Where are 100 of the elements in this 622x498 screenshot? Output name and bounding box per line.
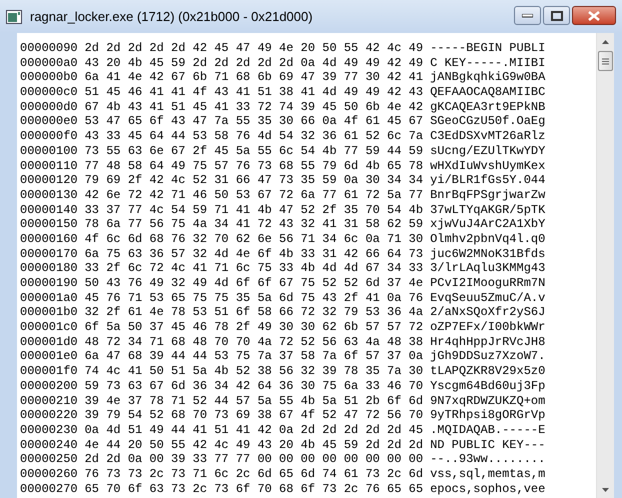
- minimize-button[interactable]: [514, 6, 541, 25]
- hex-bytes: 33 37 77 4c 54 59 71 41 4b 47 52 2f 35 70 54 4b: [84, 202, 424, 218]
- hex-bytes: 77 48 58 64 49 75 57 76 73 68 55 79 6d 4b 65 78: [84, 158, 424, 174]
- offset-text: 00000240: [20, 438, 78, 452]
- ascii-text: 3/lrLAqlu3KMMg43: [430, 261, 546, 276]
- offset-text: 00000180: [20, 261, 78, 276]
- offset-text: 00000120: [20, 173, 78, 188]
- hex-bytes: 0a 4d 51 49 44 41 51 41 42 0a 2d 2d 2d 2d 2d 45: [84, 422, 424, 438]
- offset-text: 00000160: [20, 232, 78, 247]
- hex-bytes: 39 4e 37 78 71 52 44 57 5a 55 4b 5a 51 2b 6f 6d: [84, 394, 424, 408]
- maximize-icon: [550, 10, 562, 20]
- offset-text: 00000220: [20, 408, 78, 423]
- ascii-text: EvqSeuu5ZmuC/A.v: [430, 290, 546, 306]
- down-arrow-icon: [602, 488, 609, 492]
- minimize-icon: [522, 14, 533, 18]
- ascii-text: SGeoCGzU50f.OaEg: [430, 114, 546, 130]
- ascii-text: tLAPQZKR8V29x5z0: [430, 364, 546, 379]
- hex-bytes: 2d 2d 2d 2d 2d 42 45 47 49 4e 20 50 55 42 4c 49: [84, 41, 424, 56]
- offset-text: 000000a0: [20, 56, 78, 70]
- ascii-text: sUcng/EZUlTKwYDY: [430, 144, 546, 158]
- ascii-text: 9N7xqRDWZUKZQ+om: [430, 394, 546, 408]
- ascii-text: --..93ww........: [430, 452, 546, 467]
- hex-bytes: 6a 41 4e 42 67 6b 71 68 6b 69 47 39 77 30 42 41: [84, 70, 424, 86]
- ascii-text: juc6W2MNoK31Bfds: [430, 246, 546, 262]
- hex-bytes: 4e 44 20 50 55 42 4c 49 43 20 4b 45 59 2d 2d 2d: [84, 438, 424, 452]
- hex-bytes: 73 55 63 6e 67 2f 45 5a 55 6c 54 4b 77 59 44 59: [84, 144, 424, 158]
- hex-bytes: 42 6e 72 42 71 46 50 53 67 72 6a 77 61 72 5a 77: [84, 188, 424, 203]
- maximize-button[interactable]: [543, 6, 570, 25]
- ascii-text: gKCAQEA3rt9EPkNB: [430, 100, 546, 114]
- close-icon: [588, 10, 600, 20]
- ascii-text: epocs,sophos,vee: [430, 482, 546, 496]
- hex-bytes: 48 72 34 71 68 48 70 70 4a 72 52 56 63 4a 48 38: [84, 334, 424, 350]
- hex-bytes: 53 47 65 6f 43 47 7a 55 35 30 66 0a 4f 61 45 67: [84, 114, 424, 130]
- hex-bytes: 59 73 63 67 6d 36 34 42 64 36 30 75 6a 33 46 70: [84, 378, 424, 394]
- ascii-text: 37wLTYqAKGR/5pTK: [430, 202, 546, 218]
- ascii-text: C3EdDSXvMT26aRlz: [430, 129, 546, 144]
- hex-bytes: 79 69 2f 42 4c 52 31 66 47 73 35 59 0a 30 34 34: [84, 173, 424, 188]
- hex-bytes: 39 79 54 52 68 70 73 69 38 67 4f 52 47 72 56 70: [84, 408, 424, 423]
- ascii-text: C KEY-----.MIIBI: [430, 56, 546, 70]
- ascii-text: .MQIDAQAB.-----E: [430, 422, 546, 438]
- ascii-text: ND PUBLIC KEY---: [430, 438, 546, 452]
- ascii-text: PCvI2IMooguRRm7N: [430, 276, 546, 291]
- offset-text: 000000f0: [20, 129, 78, 144]
- ascii-text: oZP7EFx/I00bkWWr: [430, 320, 546, 335]
- offset-text: 00000140: [20, 202, 78, 218]
- window-title: ragnar_locker.exe (1712) (0x21b000 - 0x21d000): [30, 9, 314, 24]
- hex-bytes: 45 76 71 53 65 75 75 35 5a 6d 75 43 2f 41 0a 76: [84, 290, 424, 306]
- window-icon: [6, 10, 22, 24]
- offset-text: 00000190: [20, 276, 78, 291]
- offset-text: 000001a0: [20, 290, 78, 306]
- offset-text: 000001b0: [20, 305, 78, 320]
- offset-text: 00000200: [20, 378, 78, 394]
- ascii-text: 2/aNxSQoXfr2yS6J: [430, 305, 546, 320]
- offset-text: 00000150: [20, 217, 78, 232]
- ascii-text: yi/BLR1fGs5Y.044: [430, 173, 546, 188]
- ascii-text: 9yTRhpsi8gORGrVp: [430, 408, 546, 423]
- hex-bytes: 65 70 6f 63 73 2c 73 6f 70 68 6f 73 2c 76 65 65: [84, 482, 424, 496]
- hex-bytes: 51 45 46 41 41 4f 43 41 51 38 41 4d 49 49 42 43: [84, 85, 424, 100]
- offset-text: 00000210: [20, 394, 78, 408]
- ascii-text: Hr4qhHppJrRVcJH8: [430, 334, 546, 350]
- offset-text: 00000270: [20, 482, 78, 496]
- ascii-text: QEFAAOCAQ8AMIIBC: [430, 85, 546, 100]
- offset-text: 000001e0: [20, 349, 78, 364]
- offset-text: 00000170: [20, 246, 78, 262]
- offset-text: 000000e0: [20, 114, 78, 130]
- offset-text: 000001d0: [20, 334, 78, 350]
- hex-bytes: 74 4c 41 50 51 5a 4b 52 38 56 32 39 78 35 7a 30: [84, 364, 424, 379]
- ascii-text: jANBgkqhkiG9w0BA: [430, 70, 546, 86]
- hex-bytes: 32 2f 61 4e 78 53 51 6f 58 66 72 32 79 53 36 4a: [84, 305, 424, 320]
- ascii-text: jGh9DDSuz7XzoW7.: [430, 349, 546, 364]
- hex-bytes: 67 4b 43 41 51 45 41 33 72 74 39 45 50 6b 4e 42: [84, 100, 424, 114]
- ascii-text: Yscgm64Bd60uj3Fp: [430, 378, 546, 394]
- ascii-text: BnrBqFPSgrjwarZw: [430, 188, 546, 203]
- hex-bytes: 76 73 73 2c 73 71 6c 2c 6d 65 6d 74 61 73 2c 6d: [84, 466, 424, 482]
- close-button[interactable]: [572, 6, 616, 25]
- hex-bytes: 50 43 76 49 32 49 4d 6f 6f 67 75 52 52 6d 37 4e: [84, 276, 424, 291]
- scrollbar-thumb[interactable]: [598, 51, 613, 71]
- up-arrow-icon: [602, 40, 609, 44]
- offset-text: 00000230: [20, 422, 78, 438]
- hex-bytes: 6a 47 68 39 44 44 53 75 7a 37 58 7a 6f 57 37 0a: [84, 349, 424, 364]
- offset-text: 00000250: [20, 452, 78, 467]
- ascii-text: vss,sql,memtas,m: [430, 466, 546, 482]
- offset-text: 00000090: [20, 41, 78, 56]
- ascii-text: wHXdIuWvshUymKex: [430, 158, 546, 174]
- ascii-text: -----BEGIN PUBLI: [430, 41, 546, 56]
- ascii-text: xjwVuJ4ArC2A1XbY: [430, 217, 546, 232]
- offset-text: 000001c0: [20, 320, 78, 335]
- hex-bytes: 43 33 45 64 44 53 58 76 4d 54 32 36 61 52 6c 7a: [84, 129, 424, 144]
- offset-text: 00000260: [20, 466, 78, 482]
- ascii-text: Olmhv2pbnVq4l.q0: [430, 232, 546, 247]
- offset-text: 000001f0: [20, 364, 78, 379]
- hex-bytes: 4f 6c 6d 68 76 32 70 62 6e 56 71 34 6c 0a 71 30: [84, 232, 424, 247]
- offset-text: 00000100: [20, 144, 78, 158]
- offset-text: 000000c0: [20, 85, 78, 100]
- offset-text: 00000130: [20, 188, 78, 203]
- hex-bytes: 43 20 4b 45 59 2d 2d 2d 2d 2d 0a 4d 49 49 42 49: [84, 56, 424, 70]
- hex-bytes: 2d 2d 0a 00 39 33 77 77 00 00 00 00 00 00 00 00: [84, 452, 424, 467]
- offset-text: 000000d0: [20, 100, 78, 114]
- hex-bytes: 6a 75 63 36 57 32 4d 4e 6f 4b 33 31 42 66 64 73: [84, 246, 424, 262]
- offset-text: 000000b0: [20, 70, 78, 86]
